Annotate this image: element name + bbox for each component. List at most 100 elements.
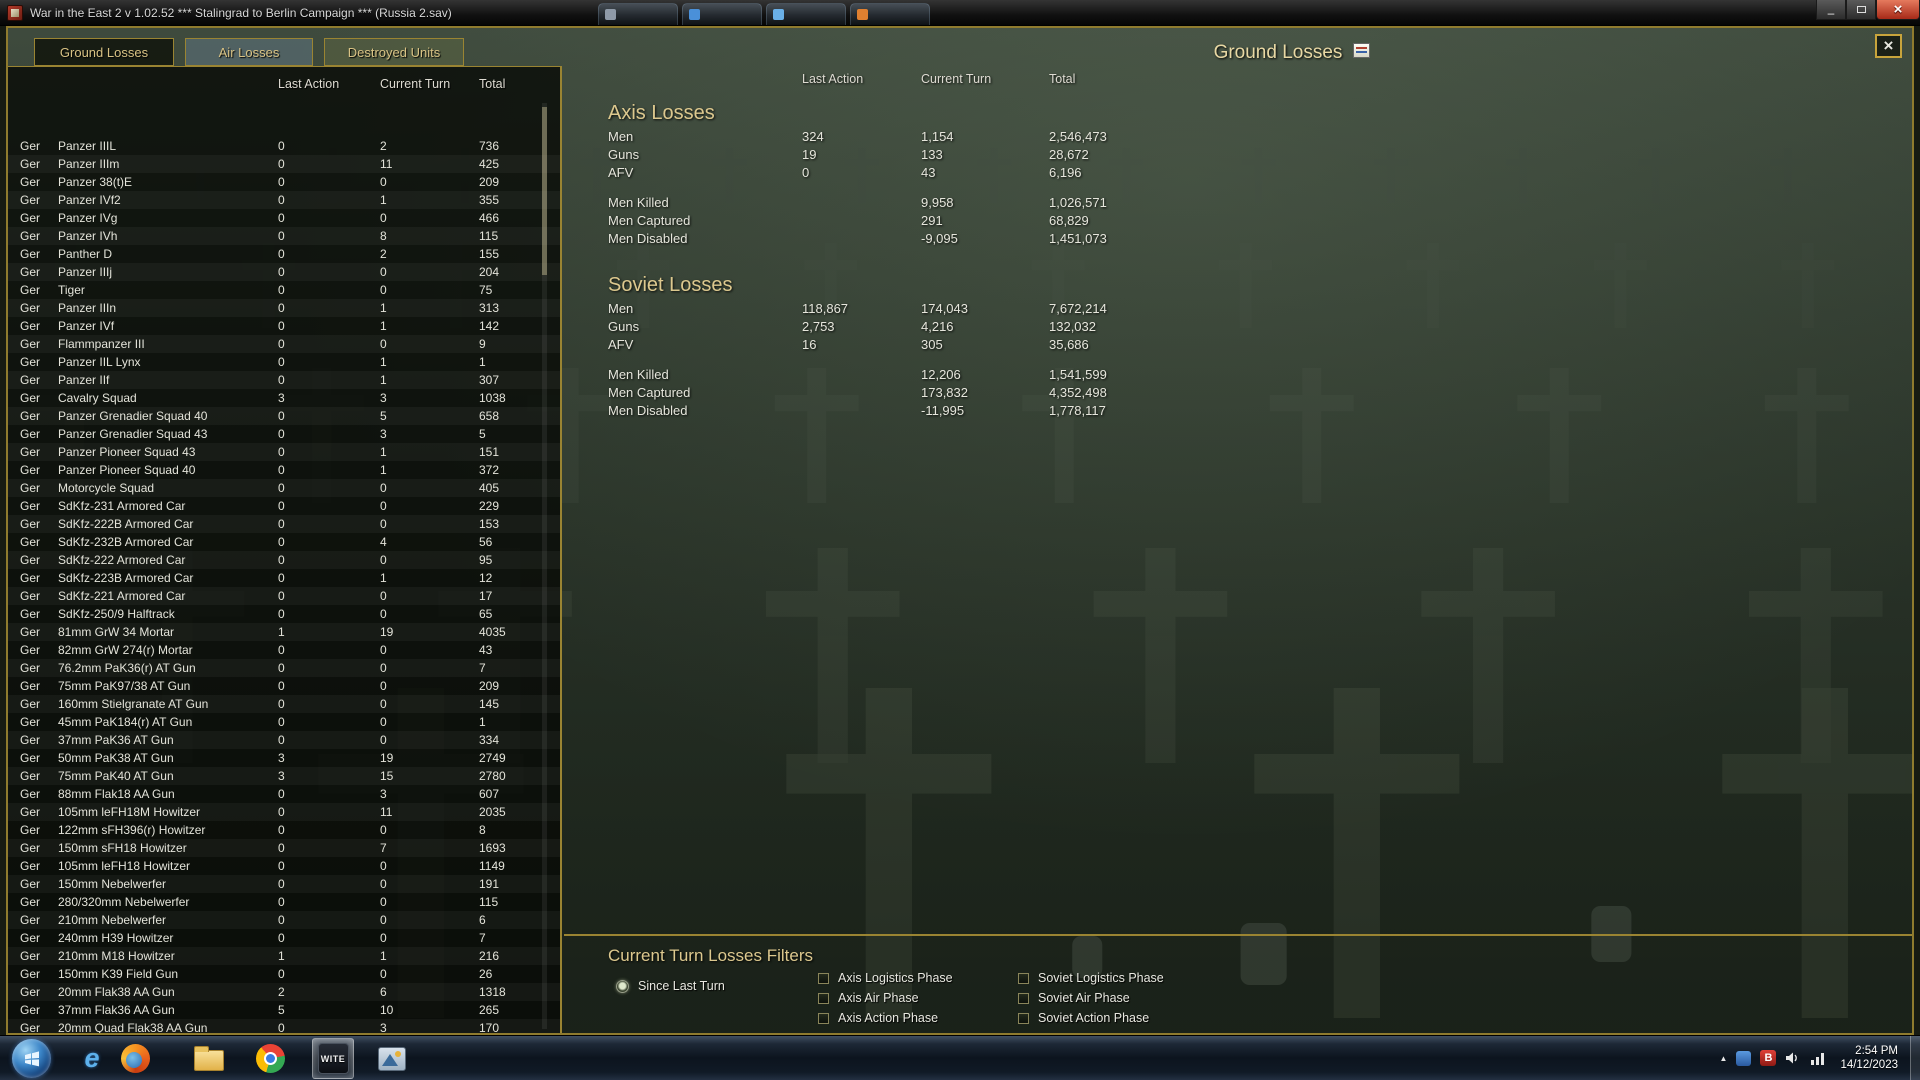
cell-total: 216 bbox=[479, 949, 500, 963]
show-desktop-button[interactable] bbox=[1910, 1036, 1920, 1080]
filters-title: Current Turn Losses Filters bbox=[608, 946, 814, 965]
taskbar-clock[interactable]: 2:54 PM 14/12/2023 bbox=[1840, 1044, 1898, 1072]
summary-row: Men Disabled -11,995 1,778,117 bbox=[608, 402, 1228, 420]
cell-weapon-name: Panzer IIf bbox=[58, 373, 110, 387]
report-icon[interactable] bbox=[1353, 43, 1370, 58]
summary-current-turn-value: 1,154 bbox=[921, 129, 954, 144]
system-tray: B 2:54 PM 14/12/2023 bbox=[1720, 1036, 1898, 1080]
cell-total: 1318 bbox=[479, 985, 506, 999]
close-window-button[interactable] bbox=[1876, 0, 1920, 20]
table-row: Ger 122mm sFH396(r) Howitzer 0 0 8 bbox=[8, 821, 560, 839]
table-row: Ger 20mm Flak38 AA Gun 2 6 1318 bbox=[8, 983, 560, 1001]
taskbar-internet-explorer[interactable] bbox=[71, 1038, 113, 1079]
cell-current-turn: 4 bbox=[380, 535, 387, 549]
checkbox[interactable] bbox=[818, 972, 829, 984]
cell-current-turn: 0 bbox=[380, 643, 387, 657]
taskbar-wite-active[interactable]: WITE bbox=[312, 1038, 354, 1079]
summary-row-label: AFV bbox=[608, 165, 634, 180]
table-row: Ger 76.2mm PaK36(r) AT Gun 0 0 7 bbox=[8, 659, 560, 677]
table-row: Ger Panzer Pioneer Squad 40 0 1 372 bbox=[8, 461, 560, 479]
taskbar-photo-viewer[interactable] bbox=[371, 1038, 413, 1079]
hidden-icons-chevron-icon[interactable] bbox=[1720, 1054, 1728, 1063]
cell-nationality: Ger bbox=[20, 211, 41, 225]
cell-weapon-name: 160mm Stielgranate AT Gun bbox=[58, 697, 209, 711]
cell-last-action: 0 bbox=[278, 931, 285, 945]
start-button[interactable] bbox=[12, 1039, 51, 1078]
cell-last-action: 0 bbox=[278, 895, 285, 909]
checkbox[interactable] bbox=[1018, 1012, 1029, 1024]
table-row: Ger 150mm sFH18 Howitzer 0 7 1693 bbox=[8, 839, 560, 857]
desktop-screen: War in the East 2 v 1.02.52 *** Stalingr… bbox=[0, 0, 1920, 1080]
cell-nationality: Ger bbox=[20, 715, 41, 729]
table-row: Ger 150mm Nebelwerfer 0 0 191 bbox=[8, 875, 560, 893]
tray-blue-app-icon[interactable] bbox=[1736, 1050, 1752, 1066]
favicon-icon bbox=[689, 9, 700, 20]
table-row: Ger 150mm K39 Field Gun 0 0 26 bbox=[8, 965, 560, 983]
close-screen-button[interactable] bbox=[1875, 34, 1902, 58]
cell-nationality: Ger bbox=[20, 805, 41, 819]
cell-nationality: Ger bbox=[20, 499, 41, 513]
speaker-icon[interactable] bbox=[1785, 1051, 1801, 1065]
cell-current-turn: 11 bbox=[380, 157, 393, 171]
cell-total: 5 bbox=[479, 427, 486, 441]
checkbox[interactable] bbox=[1018, 972, 1029, 984]
cell-nationality: Ger bbox=[20, 355, 41, 369]
tab-air-losses[interactable]: Air Losses bbox=[185, 38, 313, 66]
summary-row: Men Captured 173,832 4,352,498 bbox=[608, 384, 1228, 402]
cell-last-action: 0 bbox=[278, 967, 285, 981]
table-row: Ger Panzer IIf 0 1 307 bbox=[8, 371, 560, 389]
summary-last-action-value: 19 bbox=[802, 147, 817, 162]
cell-total: 75 bbox=[479, 283, 493, 297]
table-scrollbar[interactable] bbox=[542, 103, 547, 1029]
cell-total: 17 bbox=[479, 589, 493, 603]
cell-total: 372 bbox=[479, 463, 500, 477]
maximize-button[interactable] bbox=[1846, 0, 1876, 20]
table-row: Ger SdKfz-232B Armored Car 0 4 56 bbox=[8, 533, 560, 551]
cell-total: 145 bbox=[479, 697, 500, 711]
summary-last-action-value: 118,867 bbox=[802, 301, 849, 316]
summary-current-turn-value: -11,995 bbox=[921, 403, 965, 418]
tab-ground-losses[interactable]: Ground Losses bbox=[34, 38, 174, 66]
cell-total: 2749 bbox=[479, 751, 506, 765]
tab-destroyed-units[interactable]: Destroyed Units bbox=[324, 38, 464, 66]
taskbar-explorer[interactable] bbox=[188, 1038, 230, 1079]
tab-bar: Ground Losses Air Losses Destroyed Units bbox=[34, 38, 475, 66]
checkbox[interactable] bbox=[1018, 992, 1029, 1004]
cell-current-turn: 0 bbox=[380, 517, 387, 531]
column-header-current-turn: Current Turn bbox=[380, 77, 451, 91]
table-row: Ger 210mm M18 Howitzer 1 1 216 bbox=[8, 947, 560, 965]
background-tab[interactable] bbox=[766, 3, 846, 25]
cell-last-action: 0 bbox=[278, 787, 285, 801]
table-row: Ger Tiger 0 0 75 bbox=[8, 281, 560, 299]
cell-current-turn: 6 bbox=[380, 985, 387, 999]
cell-last-action: 0 bbox=[278, 697, 285, 711]
background-tab[interactable] bbox=[850, 3, 930, 25]
checkbox[interactable] bbox=[818, 992, 829, 1004]
network-icon[interactable] bbox=[1810, 1052, 1826, 1065]
cell-weapon-name: 105mm leFH18 Howitzer bbox=[58, 859, 191, 873]
summary-total-value: 2,546,473 bbox=[1049, 129, 1107, 144]
cell-weapon-name: 75mm PaK40 AT Gun bbox=[58, 769, 174, 783]
table-row: Ger Panzer Grenadier Squad 40 0 5 658 bbox=[8, 407, 560, 425]
cell-total: 209 bbox=[479, 679, 500, 693]
taskbar-firefox[interactable] bbox=[114, 1038, 156, 1079]
checkbox[interactable] bbox=[818, 1012, 829, 1024]
since-last-turn-radio[interactable] bbox=[616, 979, 629, 993]
cell-total: 8 bbox=[479, 823, 486, 837]
background-tab[interactable] bbox=[682, 3, 762, 25]
tray-b-app-icon[interactable]: B bbox=[1760, 1050, 1777, 1066]
summary-current-turn-value: 174,043 bbox=[921, 301, 968, 316]
summary-row: Guns 2,753 4,216 132,032 bbox=[608, 318, 1228, 336]
cell-current-turn: 0 bbox=[380, 877, 387, 891]
cell-current-turn: 0 bbox=[380, 697, 387, 711]
summary-total-value: 1,778,117 bbox=[1049, 403, 1106, 418]
cell-nationality: Ger bbox=[20, 283, 41, 297]
summary-total-value: 28,672 bbox=[1049, 147, 1089, 162]
minimize-button[interactable] bbox=[1816, 0, 1846, 20]
cell-total: 9 bbox=[479, 337, 486, 351]
taskbar-chrome[interactable] bbox=[249, 1038, 291, 1079]
summary-current-turn-value: -9,095 bbox=[921, 231, 958, 246]
background-tab[interactable] bbox=[598, 3, 678, 25]
scrollbar-thumb[interactable] bbox=[542, 107, 547, 275]
filter-label: Axis Logistics Phase bbox=[838, 971, 953, 985]
